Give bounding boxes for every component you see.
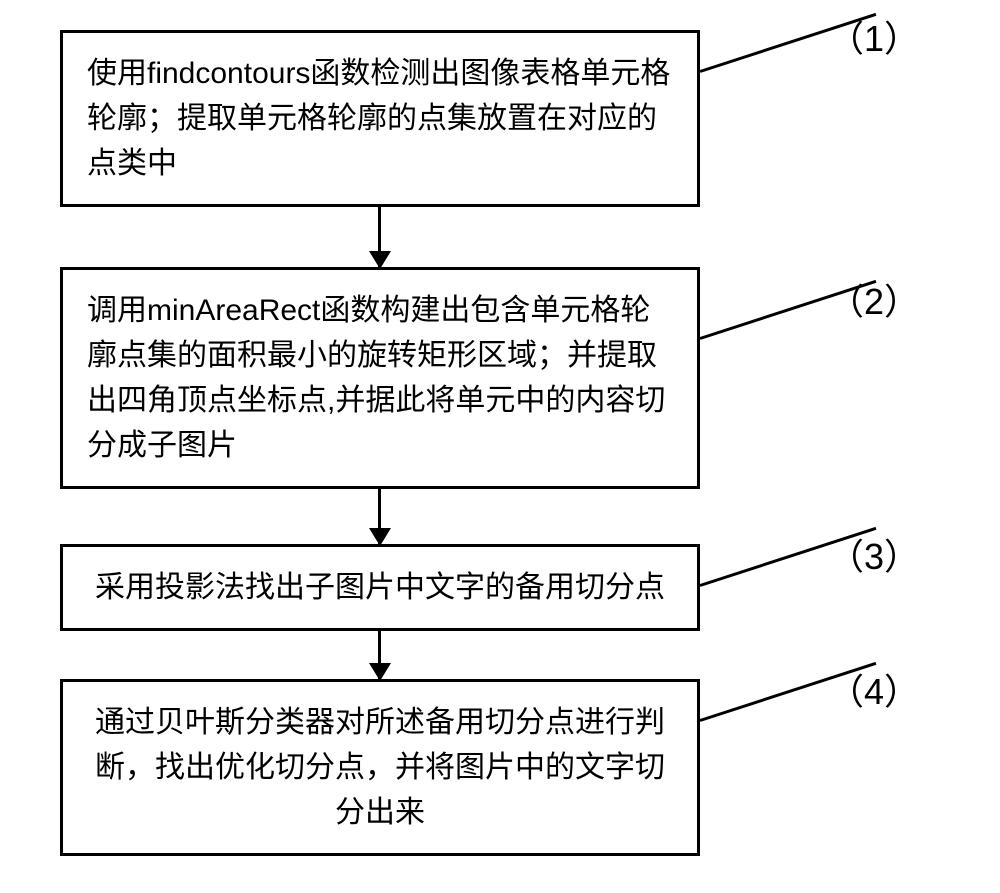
arrow-3-4 xyxy=(378,631,381,679)
step-box-3: 采用投影法找出子图片中文字的备用切分点 xyxy=(60,544,700,631)
step-label-1: （1） xyxy=(828,10,920,62)
step-text-2: 调用minAreaRect函数构建出包含单元格轮廓点集的面积最小的旋转矩形区域；… xyxy=(87,294,665,462)
step-row-1: 使用findcontours函数检测出图像表格单元格轮廓；提取单元格轮廓的点集放… xyxy=(60,30,940,207)
step-label-3: （3） xyxy=(828,528,920,580)
step-box-1: 使用findcontours函数检测出图像表格单元格轮廓；提取单元格轮廓的点集放… xyxy=(60,30,700,207)
step-text-1: 使用findcontours函数检测出图像表格单元格轮廓；提取单元格轮廓的点集放… xyxy=(87,57,670,180)
flowchart-container: 使用findcontours函数检测出图像表格单元格轮廓；提取单元格轮廓的点集放… xyxy=(60,30,940,856)
step-label-4: （4） xyxy=(828,663,920,715)
step-row-2: 调用minAreaRect函数构建出包含单元格轮廓点集的面积最小的旋转矩形区域；… xyxy=(60,267,940,489)
step-box-4: 通过贝叶斯分类器对所述备用切分点进行判断，找出优化切分点，并将图片中的文字切分出… xyxy=(60,679,700,856)
step-box-2: 调用minAreaRect函数构建出包含单元格轮廓点集的面积最小的旋转矩形区域；… xyxy=(60,267,700,489)
arrow-2-3 xyxy=(378,489,381,544)
step-row-4: 通过贝叶斯分类器对所述备用切分点进行判断，找出优化切分点，并将图片中的文字切分出… xyxy=(60,679,940,856)
step-text-4: 通过贝叶斯分类器对所述备用切分点进行判断，找出优化切分点，并将图片中的文字切分出… xyxy=(95,706,665,829)
arrow-1-2 xyxy=(378,207,381,267)
step-row-3: 采用投影法找出子图片中文字的备用切分点 （3） xyxy=(60,544,940,631)
step-text-3: 采用投影法找出子图片中文字的备用切分点 xyxy=(95,571,665,604)
